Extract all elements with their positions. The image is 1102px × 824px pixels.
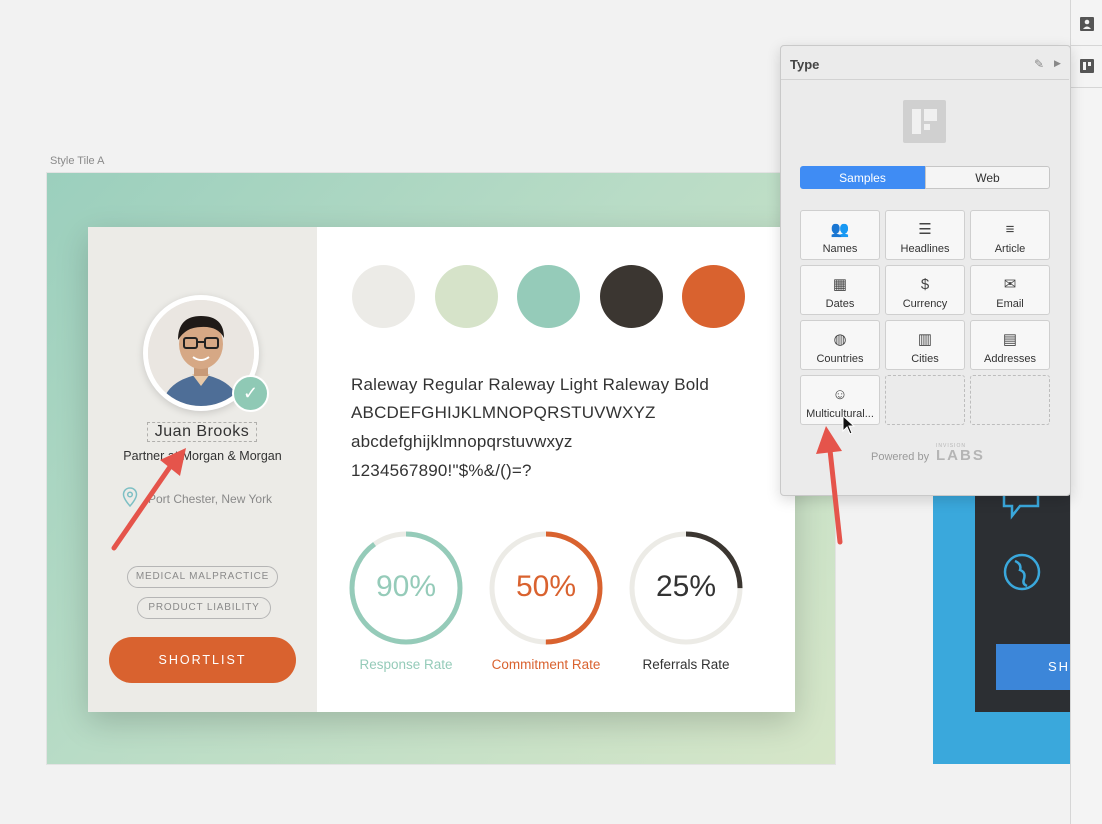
type-sample-lowercase[interactable]: abcdefghijklmnopqrstuvwxyz (351, 432, 573, 452)
referrals-rate-value: 25% (655, 570, 717, 603)
tile-headlines[interactable]: ☰ Headlines (885, 210, 965, 260)
color-swatch[interactable] (682, 265, 745, 328)
empty-slot (970, 375, 1050, 425)
type-sample-uppercase[interactable]: ABCDEFGHIJKLMNOPQRSTUVWXYZ (351, 403, 656, 423)
edit-icon[interactable]: ✎ (1034, 57, 1044, 71)
tile-addresses[interactable]: ▤ Addresses (970, 320, 1050, 370)
tag-product-liability[interactable]: PRODUCT LIABILITY (137, 597, 271, 619)
response-rate-value: 90% (375, 570, 437, 603)
response-rate-label: Response Rate (359, 657, 453, 672)
labs-logo: LABS (936, 447, 985, 464)
tag-medical-malpractice[interactable]: MEDICAL MALPRACTICE (127, 566, 278, 588)
verified-check-icon: ✓ (232, 375, 269, 412)
referrals-rate-label: Referrals Rate (642, 657, 730, 672)
tile-label: Dates (825, 298, 855, 310)
panel-divider (781, 79, 1069, 80)
color-swatch[interactable] (600, 265, 663, 328)
craft-logo-icon[interactable] (1071, 45, 1102, 88)
headline-icon: ☰ (918, 221, 932, 238)
people-icon: 👥 (830, 221, 850, 238)
caret-right-icon[interactable]: ▶ (1054, 58, 1061, 69)
tile-label: Article (994, 243, 1026, 255)
shortlist-button[interactable]: SHORTLIST (109, 637, 296, 683)
commitment-rate-label: Commitment Rate (491, 657, 601, 672)
tile-label: Names (822, 243, 858, 255)
tile-currency[interactable]: $ Currency (885, 265, 965, 315)
profile-name[interactable]: Juan Brooks (147, 422, 257, 442)
tile-label: Multicultural... (806, 408, 874, 420)
tile-countries[interactable]: ◍ Countries (800, 320, 880, 370)
article-icon: ≡ (1005, 221, 1015, 238)
mouse-cursor-icon (842, 414, 856, 440)
location-pin-icon (122, 487, 138, 512)
contact-card-icon[interactable] (1071, 3, 1102, 46)
craft-logo-icon (903, 100, 946, 143)
currency-icon: $ (920, 276, 930, 293)
tab-samples[interactable]: Samples (800, 166, 925, 189)
type-sample-fonts[interactable]: Raleway Regular Raleway Light Raleway Bo… (351, 375, 709, 395)
profile-location[interactable]: Port Chester, New York (148, 492, 272, 506)
tile-dates[interactable]: ▦ Dates (800, 265, 880, 315)
building-icon: ▥ (917, 331, 933, 348)
powered-by-label: Powered by (871, 451, 930, 463)
tile-label: Addresses (984, 353, 1036, 365)
tile-names[interactable]: 👥 Names (800, 210, 880, 260)
type-sample-numbers[interactable]: 1234567890!"$%&/()=? (351, 461, 532, 481)
tile-label: Cities (911, 353, 939, 365)
profile-subtitle[interactable]: Partner at Morgan & Morgan (100, 449, 305, 463)
color-swatch[interactable] (517, 265, 580, 328)
globe-icon: ◍ (833, 331, 847, 348)
calendar-icon: ▦ (832, 276, 848, 293)
panel-title: Type (790, 57, 820, 72)
envelope-icon: ✉ (1003, 276, 1017, 293)
right-toolbar-strip (1070, 0, 1102, 824)
address-card-icon: ▤ (1002, 331, 1018, 348)
tile-label: Currency (902, 298, 948, 310)
tile-label: Countries (816, 353, 864, 365)
color-swatch[interactable] (352, 265, 415, 328)
artboard-b-button[interactable]: SH (996, 644, 1076, 690)
tile-multicultural[interactable]: ☺ Multicultural... (800, 375, 880, 425)
tile-article[interactable]: ≡ Article (970, 210, 1050, 260)
color-swatch[interactable] (435, 265, 498, 328)
commitment-rate-value: 50% (515, 570, 577, 603)
tile-label: Email (996, 298, 1024, 310)
tile-cities[interactable]: ▥ Cities (885, 320, 965, 370)
empty-slot (885, 375, 965, 425)
smiley-icon: ☺ (832, 386, 848, 403)
tile-email[interactable]: ✉ Email (970, 265, 1050, 315)
tile-label: Headlines (900, 243, 950, 255)
artboard-label[interactable]: Style Tile A (50, 155, 104, 167)
globe-icon (1002, 552, 1042, 597)
tab-web[interactable]: Web (925, 166, 1050, 189)
